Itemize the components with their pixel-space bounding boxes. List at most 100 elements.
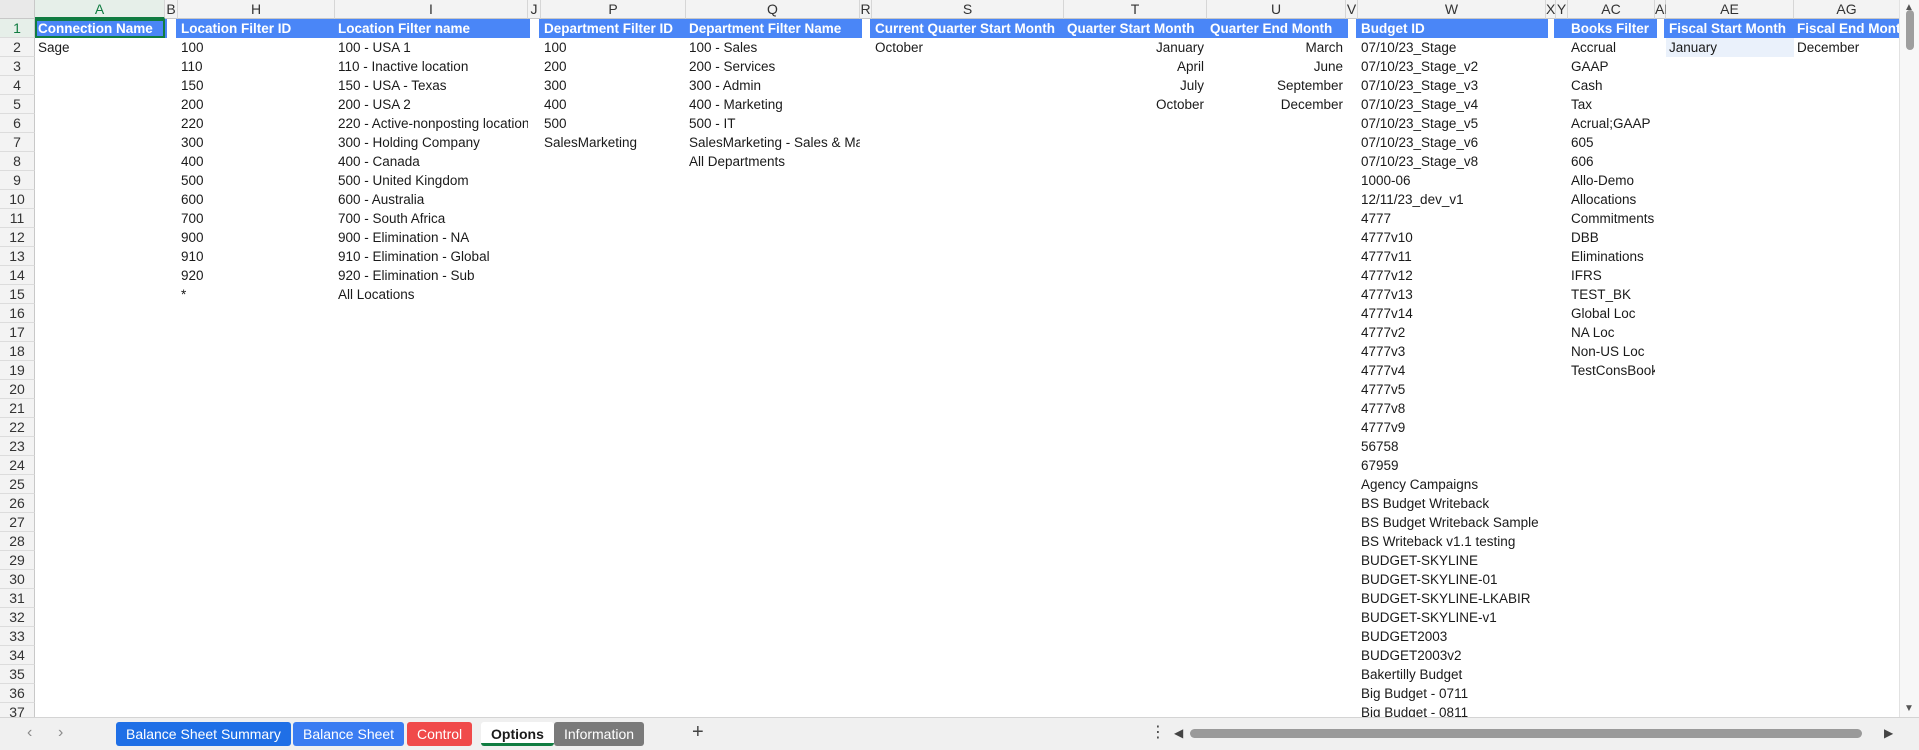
scroll-right-icon[interactable]: ▶ (1884, 726, 1893, 740)
prev-sheet-icon[interactable]: ‹ (27, 724, 32, 742)
column-header-x[interactable]: X (1546, 0, 1556, 19)
cell-w2[interactable]: 07/10/23_Stage (1358, 38, 1546, 57)
row-header[interactable]: 16 (0, 304, 35, 323)
cell-ac4[interactable]: Cash (1568, 76, 1655, 95)
column-header-w[interactable]: W (1358, 0, 1546, 19)
cell-ac9[interactable]: Allo-Demo (1568, 171, 1655, 190)
header-cell-p[interactable]: Department Filter ID (541, 19, 686, 38)
cell-u4[interactable]: September (1207, 76, 1346, 95)
cell-q8[interactable]: All Departments (686, 152, 860, 171)
cell-w3[interactable]: 07/10/23_Stage_v2 (1358, 57, 1546, 76)
header-cell-q[interactable]: Department Filter Name (686, 19, 860, 38)
row-header[interactable]: 35 (0, 665, 35, 684)
row-header[interactable]: 25 (0, 475, 35, 494)
column-header-y[interactable]: Y (1556, 0, 1568, 19)
column-header-ad[interactable]: AD (1655, 0, 1674, 19)
select-all-corner[interactable] (0, 0, 35, 19)
column-header-ag[interactable]: AG (1794, 0, 1900, 19)
cell-i7[interactable]: 300 - Holding Company (335, 133, 528, 152)
cell-ac3[interactable]: GAAP (1568, 57, 1655, 76)
column-header-r[interactable]: R (860, 0, 872, 19)
cell-w17[interactable]: 4777v2 (1358, 323, 1546, 342)
header-cell-t[interactable]: Quarter Start Month (1064, 19, 1207, 38)
cell-w9[interactable]: 1000-06 (1358, 171, 1546, 190)
cell-w27[interactable]: BS Budget Writeback Sample (1358, 513, 1546, 532)
cell-i8[interactable]: 400 - Canada (335, 152, 528, 171)
cell-w10[interactable]: 12/11/23_dev_v1 (1358, 190, 1546, 209)
header-cell-ae[interactable]: Fiscal Start Month (1666, 19, 1794, 38)
cell-ac10[interactable]: Allocations (1568, 190, 1655, 209)
column-header-t[interactable]: T (1064, 0, 1207, 19)
column-header-h[interactable]: H (178, 0, 335, 19)
cell-w23[interactable]: 56758 (1358, 437, 1546, 456)
vertical-scrollbar[interactable]: ▲ ▼ (1899, 0, 1919, 717)
header-cell-h[interactable]: Location Filter ID (178, 19, 335, 38)
cell-p5[interactable]: 400 (541, 95, 686, 114)
cell-w29[interactable]: BUDGET-SKYLINE (1358, 551, 1546, 570)
cell-w21[interactable]: 4777v8 (1358, 399, 1546, 418)
cell-w14[interactable]: 4777v12 (1358, 266, 1546, 285)
row-header[interactable]: 13 (0, 247, 35, 266)
row-header[interactable]: 20 (0, 380, 35, 399)
row-header[interactable]: 32 (0, 608, 35, 627)
cell-ac2[interactable]: Accrual (1568, 38, 1655, 57)
cell-ac15[interactable]: TEST_BK (1568, 285, 1655, 304)
cell-w18[interactable]: 4777v3 (1358, 342, 1546, 361)
cell-w7[interactable]: 07/10/23_Stage_v6 (1358, 133, 1546, 152)
cell-q5[interactable]: 400 - Marketing (686, 95, 860, 114)
cell-w30[interactable]: BUDGET-SKYLINE-01 (1358, 570, 1546, 589)
row-header[interactable]: 23 (0, 437, 35, 456)
cell-w4[interactable]: 07/10/23_Stage_v3 (1358, 76, 1546, 95)
cell-i12[interactable]: 900 - Elimination - NA (335, 228, 528, 247)
cell-i4[interactable]: 150 - USA - Texas (335, 76, 528, 95)
row-header[interactable]: 34 (0, 646, 35, 665)
cell-ac19[interactable]: TestConsBook (1568, 361, 1655, 380)
cell-ac14[interactable]: IFRS (1568, 266, 1655, 285)
cell-t3[interactable]: April (1064, 57, 1207, 76)
cell-h8[interactable]: 400 (178, 152, 335, 171)
column-header-u[interactable]: U (1207, 0, 1346, 19)
row-header[interactable]: 8 (0, 152, 35, 171)
cell-u5[interactable]: December (1207, 95, 1346, 114)
vertical-scroll-thumb[interactable] (1906, 10, 1914, 50)
cell-ac17[interactable]: NA Loc (1568, 323, 1655, 342)
add-sheet-icon[interactable]: + (692, 721, 704, 744)
row-header[interactable]: 33 (0, 627, 35, 646)
cell-t4[interactable]: July (1064, 76, 1207, 95)
cell-ac18[interactable]: Non-US Loc (1568, 342, 1655, 361)
cell-w31[interactable]: BUDGET-SKYLINE-LKABIR (1358, 589, 1546, 608)
cell-ac8[interactable]: 606 (1568, 152, 1655, 171)
row-header[interactable]: 37 (0, 703, 35, 717)
cell-w24[interactable]: 67959 (1358, 456, 1546, 475)
row-header[interactable]: 3 (0, 57, 35, 76)
cell-i13[interactable]: 910 - Elimination - Global (335, 247, 528, 266)
row-header[interactable]: 26 (0, 494, 35, 513)
header-cell-u[interactable]: Quarter End Month (1207, 19, 1346, 38)
cell-i15[interactable]: All Locations (335, 285, 528, 304)
row-header[interactable]: 10 (0, 190, 35, 209)
cell-i2[interactable]: 100 - USA 1 (335, 38, 528, 57)
cell-h15[interactable]: * (178, 285, 335, 304)
cell-h11[interactable]: 700 (178, 209, 335, 228)
cell-h7[interactable]: 300 (178, 133, 335, 152)
row-header[interactable]: 12 (0, 228, 35, 247)
cell-p3[interactable]: 200 (541, 57, 686, 76)
cell-i3[interactable]: 110 - Inactive location (335, 57, 528, 76)
scroll-down-icon[interactable]: ▼ (1904, 703, 1914, 714)
header-cell-ag[interactable]: Fiscal End Month (1794, 19, 1900, 38)
cell-ac12[interactable]: DBB (1568, 228, 1655, 247)
cell-w35[interactable]: Bakertilly Budget (1358, 665, 1546, 684)
row-header[interactable]: 27 (0, 513, 35, 532)
cell-h10[interactable]: 600 (178, 190, 335, 209)
more-options-icon[interactable]: ⋮ (1150, 722, 1166, 742)
cell-h3[interactable]: 110 (178, 57, 335, 76)
cell-q7[interactable]: SalesMarketing - Sales & Marketing (686, 133, 860, 152)
cell-w26[interactable]: BS Budget Writeback (1358, 494, 1546, 513)
row-header[interactable]: 11 (0, 209, 35, 228)
cell-ac5[interactable]: Tax (1568, 95, 1655, 114)
cell-ag2[interactable]: December (1794, 38, 1900, 57)
row-header[interactable]: 29 (0, 551, 35, 570)
row-header[interactable]: 18 (0, 342, 35, 361)
row-header[interactable]: 36 (0, 684, 35, 703)
cell-ac7[interactable]: 605 (1568, 133, 1655, 152)
